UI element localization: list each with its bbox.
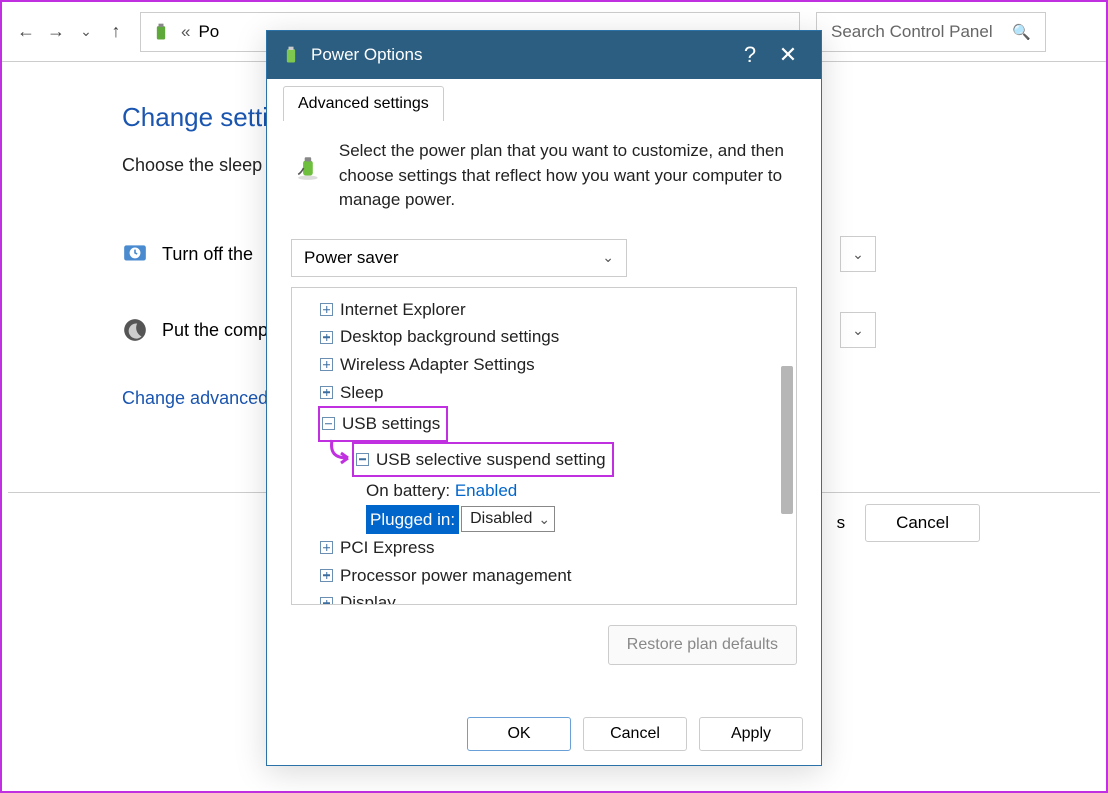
expand-icon[interactable] bbox=[320, 303, 333, 316]
tree-node-internet-explorer[interactable]: Internet Explorer bbox=[302, 296, 792, 324]
tree-label: USB selective suspend setting bbox=[376, 446, 606, 474]
tree-label: Internet Explorer bbox=[340, 296, 466, 324]
monitor-clock-icon bbox=[122, 241, 148, 267]
dialog-body: Advanced settings Select the power plan … bbox=[267, 79, 821, 665]
instruction-row: Select the power plan that you want to c… bbox=[277, 121, 811, 231]
highlight-box: USB settings bbox=[318, 406, 448, 442]
tree-label: PCI Express bbox=[340, 534, 434, 562]
tree-label: Processor power management bbox=[340, 562, 572, 590]
power-options-icon bbox=[151, 22, 171, 42]
expand-icon[interactable] bbox=[320, 358, 333, 371]
dialog-title: Power Options bbox=[311, 45, 731, 65]
selected-plan: Power saver bbox=[304, 248, 398, 268]
setting-on-battery[interactable]: On battery: Enabled bbox=[302, 477, 792, 505]
row-dropdown[interactable]: ⌄ bbox=[840, 236, 876, 272]
tabstrip: Advanced settings bbox=[277, 79, 811, 121]
search-icon: 🔍 bbox=[1012, 23, 1031, 41]
cancel-button[interactable]: Cancel bbox=[583, 717, 687, 751]
chevron-down-icon: ⌄ bbox=[602, 249, 614, 266]
power-plan-select[interactable]: Power saver ⌄ bbox=[291, 239, 627, 277]
expand-icon[interactable] bbox=[320, 331, 333, 344]
apply-button[interactable]: Apply bbox=[699, 717, 803, 751]
tree-node-display[interactable]: Display bbox=[302, 589, 792, 605]
restore-defaults-button[interactable]: Restore plan defaults bbox=[608, 625, 797, 665]
nav-history-chevron-icon[interactable]: ⌄ bbox=[74, 20, 98, 44]
ok-button[interactable]: OK bbox=[467, 717, 571, 751]
setting-plugged-in[interactable]: Plugged in: Disabled ⌄ bbox=[302, 505, 792, 535]
setting-value-dropdown[interactable]: Disabled ⌄ bbox=[461, 506, 555, 532]
expand-icon[interactable] bbox=[320, 386, 333, 399]
cancel-button[interactable]: Cancel bbox=[865, 504, 980, 542]
power-options-dialog: Power Options ? ✕ Advanced settings Sele… bbox=[266, 30, 822, 766]
tree-label: USB settings bbox=[342, 410, 440, 438]
collapse-icon[interactable] bbox=[322, 417, 335, 430]
tree-node-sleep[interactable]: Sleep bbox=[302, 379, 792, 407]
footer-text-clipped: s bbox=[837, 513, 846, 533]
nav-back-icon[interactable]: ← bbox=[14, 20, 38, 44]
row-label: Turn off the bbox=[162, 244, 253, 265]
collapse-icon[interactable] bbox=[356, 453, 369, 466]
instruction-text: Select the power plan that you want to c… bbox=[339, 139, 791, 213]
help-button[interactable]: ? bbox=[731, 36, 769, 74]
chevron-down-icon: ⌄ bbox=[852, 246, 864, 263]
dialog-titlebar[interactable]: Power Options ? ✕ bbox=[267, 31, 821, 79]
nav-forward-icon[interactable]: → bbox=[44, 20, 68, 44]
setting-value[interactable]: Enabled bbox=[455, 477, 517, 505]
setting-value: Disabled bbox=[470, 506, 532, 532]
tree-node-pci[interactable]: PCI Express bbox=[302, 534, 792, 562]
power-options-icon bbox=[281, 45, 301, 65]
setting-label: On battery: bbox=[366, 477, 450, 505]
search-input[interactable]: Search Control Panel 🔍 bbox=[816, 12, 1046, 52]
breadcrumb-marker: « bbox=[181, 22, 190, 42]
expand-icon[interactable] bbox=[320, 569, 333, 582]
tree-label: Wireless Adapter Settings bbox=[340, 351, 535, 379]
moon-icon bbox=[122, 317, 148, 343]
restore-row: Restore plan defaults bbox=[277, 611, 811, 665]
breadcrumb-text: Po bbox=[198, 22, 219, 42]
tree-node-usb-suspend[interactable]: USB selective suspend setting bbox=[302, 442, 792, 478]
scrollbar-thumb[interactable] bbox=[781, 366, 793, 514]
tree-label: Desktop background settings bbox=[340, 323, 559, 351]
expand-icon[interactable] bbox=[320, 541, 333, 554]
annotation-arrow-icon bbox=[326, 438, 358, 466]
tab-advanced-settings[interactable]: Advanced settings bbox=[283, 86, 444, 121]
chevron-down-icon: ⌄ bbox=[852, 322, 864, 339]
tree-node-desktop-background[interactable]: Desktop background settings bbox=[302, 323, 792, 351]
highlight-box: USB selective suspend setting bbox=[352, 442, 614, 478]
dialog-footer: OK Cancel Apply bbox=[267, 717, 821, 751]
tree-label: Sleep bbox=[340, 379, 383, 407]
setting-label-selected: Plugged in: bbox=[366, 505, 459, 535]
power-plan-icon bbox=[295, 139, 321, 197]
tree-node-processor[interactable]: Processor power management bbox=[302, 562, 792, 590]
expand-icon[interactable] bbox=[320, 597, 333, 605]
settings-tree: Internet Explorer Desktop background set… bbox=[291, 287, 797, 605]
search-placeholder: Search Control Panel bbox=[831, 22, 993, 42]
chevron-down-icon: ⌄ bbox=[538, 508, 550, 531]
tree-label: Display bbox=[340, 589, 396, 605]
tree-node-wireless[interactable]: Wireless Adapter Settings bbox=[302, 351, 792, 379]
nav-up-icon[interactable]: ↑ bbox=[104, 20, 128, 44]
row-label: Put the comp bbox=[162, 320, 268, 341]
row-dropdown[interactable]: ⌄ bbox=[840, 312, 876, 348]
close-button[interactable]: ✕ bbox=[769, 36, 807, 74]
tree-node-usb-settings[interactable]: USB settings bbox=[302, 406, 792, 442]
